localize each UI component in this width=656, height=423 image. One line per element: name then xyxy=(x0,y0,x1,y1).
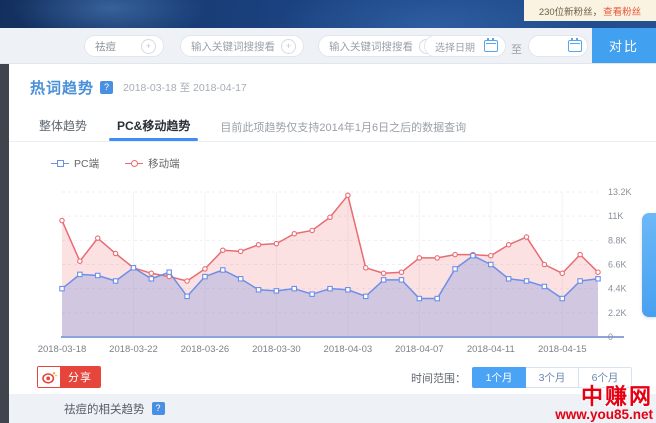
svg-text:4.4K: 4.4K xyxy=(608,284,627,294)
share-label: 分享 xyxy=(60,367,100,387)
weibo-share-button[interactable]: 分享 xyxy=(37,366,101,388)
compare-input-1-placeholder: 输入关键词搜搜看 xyxy=(191,39,275,54)
fans-notification-text: 230位新粉丝， xyxy=(539,4,602,18)
related-trends-title: 祛痘的相关趋势 xyxy=(64,401,145,417)
svg-text:11K: 11K xyxy=(608,211,623,221)
svg-text:6.6K: 6.6K xyxy=(608,260,627,270)
view-fans-link[interactable]: 查看粉丝 xyxy=(603,4,641,18)
legend-item-mobile[interactable]: 移动端 xyxy=(125,156,180,171)
svg-text:2018-04-03: 2018-04-03 xyxy=(324,344,373,355)
add-compare-icon[interactable]: + xyxy=(281,39,296,54)
legend-pc-label: PC端 xyxy=(74,156,99,171)
trend-card: 热词趋势 ? 2018-03-18 至 2018-04-17 整体趋势 PC&移… xyxy=(9,64,656,394)
legend-mobile-label: 移动端 xyxy=(148,156,180,171)
svg-text:0: 0 xyxy=(608,332,613,342)
svg-text:2018-03-18: 2018-03-18 xyxy=(38,344,87,355)
svg-text:13.2K: 13.2K xyxy=(608,187,632,197)
compare-input-1[interactable]: 输入关键词搜搜看 + xyxy=(180,35,304,57)
date-start-placeholder: 选择日期 xyxy=(435,39,475,54)
weibo-icon xyxy=(38,367,60,387)
calendar-icon[interactable] xyxy=(484,40,498,52)
svg-text:2018-03-22: 2018-03-22 xyxy=(109,344,158,355)
svg-text:2018-03-30: 2018-03-30 xyxy=(252,344,301,355)
collapsed-sidebar xyxy=(0,64,9,423)
trend-support-note: 目前此项趋势仅支持2014年1月6日之后的数据查询 xyxy=(220,119,466,135)
svg-text:2018-04-15: 2018-04-15 xyxy=(538,344,587,355)
range-button-1month[interactable]: 1个月 xyxy=(472,367,526,388)
time-range-label: 时间范围： xyxy=(411,370,466,386)
date-start-input[interactable]: 选择日期 xyxy=(424,35,506,57)
compare-button[interactable]: 对比 xyxy=(592,28,656,63)
feedback-float-button[interactable] xyxy=(642,213,656,317)
compare-input-2-placeholder: 输入关键词搜搜看 xyxy=(329,39,413,54)
date-end-input[interactable] xyxy=(528,35,588,57)
section-title: 热词趋势 xyxy=(30,77,94,98)
calendar-icon[interactable] xyxy=(568,40,582,52)
watermark-site-name: 中赚网 xyxy=(555,386,653,408)
tabs-divider xyxy=(9,141,656,142)
trend-tabs: 整体趋势 PC&移动趋势 目前此项趋势仅支持2014年1月6日之后的数据查询 xyxy=(39,112,466,141)
fans-notification: 230位新粉丝，查看粉丝 xyxy=(524,0,656,21)
chart-legend: PC端 移动端 xyxy=(51,156,206,171)
keyword-trend-page: 230位新粉丝，查看粉丝 祛痘 + 输入关键词搜搜看 + 输入关键词搜搜看 + … xyxy=(0,0,656,423)
watermark: 中赚网 www.you85.net xyxy=(555,386,653,422)
tab-pc-mobile-trend[interactable]: PC&移动趋势 xyxy=(117,112,190,141)
top-banner: 230位新粉丝，查看粉丝 xyxy=(0,0,656,28)
mobile-series-marker-icon xyxy=(125,163,143,164)
svg-text:2.2K: 2.2K xyxy=(608,308,627,318)
help-icon[interactable]: ? xyxy=(152,402,165,415)
watermark-site-url: www.you85.net xyxy=(555,408,653,422)
add-compare-icon[interactable]: + xyxy=(141,39,156,54)
keyword-input[interactable]: 祛痘 + xyxy=(84,35,164,57)
date-range-text: 2018-03-18 至 2018-04-17 xyxy=(123,80,247,95)
keyword-value: 祛痘 xyxy=(95,39,116,54)
card-header: 热词趋势 ? 2018-03-18 至 2018-04-17 xyxy=(30,78,247,96)
help-icon[interactable]: ? xyxy=(100,81,113,94)
svg-text:2018-04-07: 2018-04-07 xyxy=(395,344,444,355)
date-range-to-label: 至 xyxy=(511,41,522,57)
pc-series-marker-icon xyxy=(51,163,69,164)
legend-item-pc[interactable]: PC端 xyxy=(51,156,99,171)
trend-line-chart: 0 2.2K 4.4K 6.6K 8.8K 11K 13.2K 2018-03-18 2018-… xyxy=(9,182,656,357)
search-toolbar: 祛痘 + 输入关键词搜搜看 + 输入关键词搜搜看 + 选择日期 至 对比 xyxy=(0,28,656,64)
svg-text:2018-03-26: 2018-03-26 xyxy=(181,344,230,355)
tab-overall-trend[interactable]: 整体趋势 xyxy=(39,112,87,141)
svg-text:2018-04-11: 2018-04-11 xyxy=(467,344,515,355)
svg-text:8.8K: 8.8K xyxy=(608,235,627,245)
